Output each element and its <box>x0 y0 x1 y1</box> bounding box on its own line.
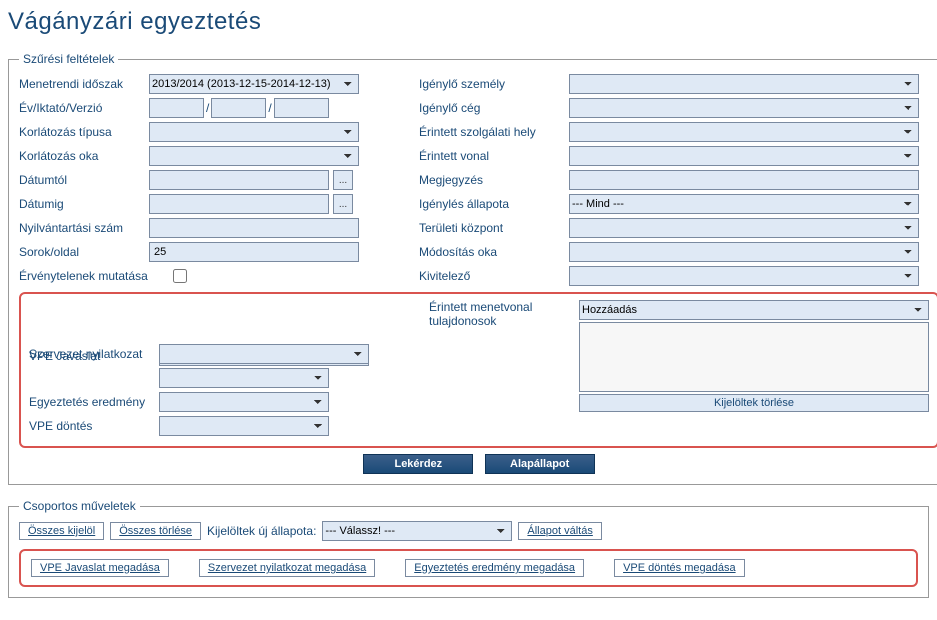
date-to-input[interactable] <box>149 194 329 214</box>
sep-1: / <box>206 101 209 115</box>
page-title: Vágányzári egyeztetés <box>8 8 929 36</box>
date-to-label: Dátumig <box>19 197 149 211</box>
agree-result-label: Egyeztetés eredmény <box>29 395 159 409</box>
restriction-type-label: Korlátozás típusa <box>19 125 149 139</box>
new-state-select[interactable]: --- Válassz! --- <box>322 521 512 541</box>
rows-label: Sorok/oldal <box>19 245 149 259</box>
reg-no-input[interactable] <box>149 218 359 238</box>
sep-2: / <box>268 101 271 115</box>
org-decl-label: Szervezet nyilatkozat <box>29 347 159 361</box>
show-invalid-checkbox[interactable] <box>173 269 187 283</box>
change-state-button[interactable]: Állapot váltás <box>518 522 601 540</box>
delete-selected-button[interactable]: Kijelöltek törlése <box>579 394 929 412</box>
owners-label: Érintett menetvonal tulajdonosok <box>429 300 579 328</box>
agree-result-set-button[interactable]: Egyeztetés eredmény megadása <box>405 559 584 577</box>
highlight-group-box: VPE Javaslat megadása Szervezet nyilatko… <box>19 549 918 587</box>
owners-add-select[interactable]: Hozzáadás <box>579 300 929 320</box>
rows-input[interactable] <box>149 242 359 262</box>
new-state-label: Kijelöltek új állapota: <box>207 524 316 538</box>
reg-no-label: Nyilvántartási szám <box>19 221 149 235</box>
note-label: Megjegyzés <box>419 173 569 187</box>
req-person-label: Igénylő személy <box>419 77 569 91</box>
req-status-label: Igénylés állapota <box>419 197 569 211</box>
note-input[interactable] <box>569 170 919 190</box>
vpe-decision-select[interactable] <box>159 416 329 436</box>
req-person-select[interactable] <box>569 74 919 94</box>
date-to-picker-icon[interactable]: ... <box>333 194 353 214</box>
vpe-decision-set-button[interactable]: VPE döntés megadása <box>614 559 745 577</box>
req-status-select[interactable]: --- Mind --- <box>569 194 919 214</box>
date-from-picker-icon[interactable]: ... <box>333 170 353 190</box>
date-from-label: Dátumtól <box>19 173 149 187</box>
restriction-type-select[interactable] <box>149 122 359 142</box>
group-ops-fieldset: Csoportos műveletek Összes kijelöl Össze… <box>8 499 929 598</box>
highlight-filter-box: VPE Javaslat Érintett menetvonal tulajdo… <box>19 292 937 448</box>
year-label: Év/Iktató/Verzió <box>19 101 149 115</box>
org-decl-sub-select[interactable] <box>159 368 329 388</box>
owners-listbox[interactable] <box>579 322 929 392</box>
regional-select[interactable] <box>569 218 919 238</box>
timetable-label: Menetrendi időszak <box>19 77 149 91</box>
contractor-select[interactable] <box>569 266 919 286</box>
show-invalid-label: Érvénytelenek mutatása <box>19 269 169 283</box>
org-decl-set-button[interactable]: Szervezet nyilatkozat megadása <box>199 559 375 577</box>
vpe-proposal-set-button[interactable]: VPE Javaslat megadása <box>31 559 169 577</box>
iktato-input[interactable] <box>211 98 266 118</box>
clear-all-button[interactable]: Összes törlése <box>110 522 201 540</box>
group-ops-legend: Csoportos műveletek <box>19 499 140 513</box>
select-all-button[interactable]: Összes kijelöl <box>19 522 104 540</box>
contractor-label: Kivitelező <box>419 269 569 283</box>
org-decl-select[interactable] <box>159 344 369 364</box>
req-company-select[interactable] <box>569 98 919 118</box>
restriction-reason-select[interactable] <box>149 146 359 166</box>
date-from-input[interactable] <box>149 170 329 190</box>
agree-result-select[interactable] <box>159 392 329 412</box>
timetable-select[interactable]: 2013/2014 (2013-12-15-2014-12-13) <box>149 74 359 94</box>
station-select[interactable] <box>569 122 919 142</box>
mod-reason-label: Módosítás oka <box>419 245 569 259</box>
line-label: Érintett vonal <box>419 149 569 163</box>
query-button[interactable]: Lekérdez <box>363 454 473 474</box>
reset-button[interactable]: Alapállapot <box>485 454 595 474</box>
station-label: Érintett szolgálati hely <box>419 125 569 139</box>
version-input[interactable] <box>274 98 329 118</box>
filters-legend: Szűrési feltételek <box>19 52 118 66</box>
filters-fieldset: Szűrési feltételek Menetrendi időszak 20… <box>8 52 937 485</box>
year-input[interactable] <box>149 98 204 118</box>
regional-label: Területi központ <box>419 221 569 235</box>
restriction-reason-label: Korlátozás oka <box>19 149 149 163</box>
vpe-decision-label: VPE döntés <box>29 419 159 433</box>
mod-reason-select[interactable] <box>569 242 919 262</box>
line-select[interactable] <box>569 146 919 166</box>
req-company-label: Igénylő cég <box>419 101 569 115</box>
